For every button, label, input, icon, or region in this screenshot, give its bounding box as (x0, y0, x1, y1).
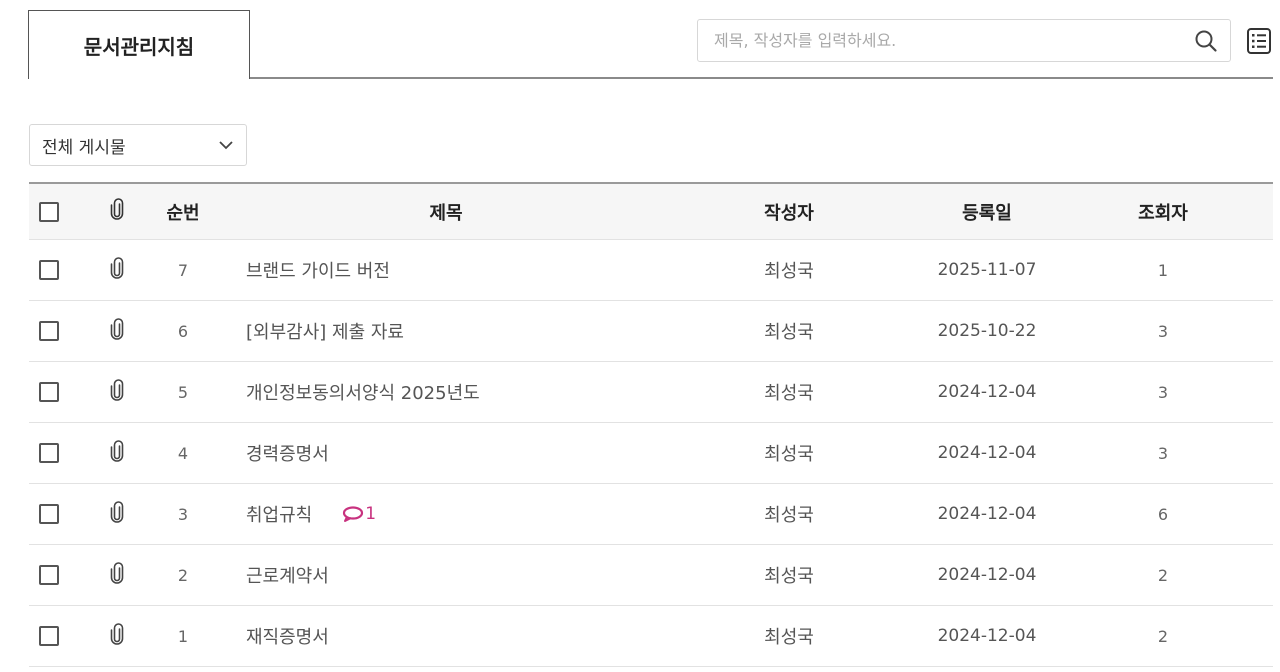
comment-count: 1 (365, 504, 377, 524)
row-title-link[interactable]: 경력증명서 (246, 440, 329, 466)
row-author: 최성국 (764, 566, 814, 587)
row-checkbox[interactable] (39, 260, 59, 280)
row-date: 2025-11-07 (937, 260, 1037, 280)
row-number: 3 (177, 504, 189, 524)
post-filter-select[interactable]: 전체 게시물 (29, 124, 247, 166)
row-number: 1 (177, 626, 189, 646)
paperclip-icon[interactable] (110, 378, 124, 406)
table-header: 순번 제목 작성자 등록일 조회자 (29, 182, 1273, 240)
row-views: 3 (1157, 382, 1169, 402)
row-checkbox[interactable] (39, 443, 59, 463)
row-views: 3 (1157, 443, 1169, 463)
row-date: 2024-12-04 (937, 443, 1037, 463)
search-input[interactable] (698, 19, 1188, 62)
row-views: 6 (1157, 504, 1169, 524)
paperclip-icon[interactable] (110, 439, 124, 467)
paperclip-icon (110, 198, 124, 225)
paperclip-icon[interactable] (110, 622, 124, 650)
chevron-down-icon (218, 135, 234, 155)
row-checkbox[interactable] (39, 626, 59, 646)
table-row[interactable]: 1 재직증명서 최성국 2024-12-04 2 (29, 606, 1273, 667)
table-row[interactable]: 5 개인정보동의서양식 2025년도 최성국 2024-12-04 3 (29, 362, 1273, 423)
header-views[interactable]: 조회자 (1113, 184, 1213, 239)
comment-count-badge[interactable]: 1 (342, 504, 376, 524)
row-title-link[interactable]: 브랜드 가이드 버전 (246, 257, 390, 283)
header-number[interactable]: 순번 (154, 184, 212, 239)
header-date[interactable]: 등록일 (917, 184, 1057, 239)
row-date: 2025-10-22 (937, 321, 1037, 341)
row-number: 7 (177, 260, 189, 280)
row-title-link[interactable]: 재직증명서 (246, 623, 329, 649)
row-number: 5 (177, 382, 189, 402)
comment-icon (343, 506, 364, 522)
row-number: 6 (177, 321, 189, 341)
header-title[interactable]: 제목 (246, 184, 646, 239)
row-views: 1 (1157, 260, 1169, 280)
row-title-link[interactable]: [외부감사] 제출 자료 (246, 318, 404, 344)
select-all-checkbox[interactable] (39, 201, 59, 222)
search-box (697, 19, 1231, 62)
table-row[interactable]: 4 경력증명서 최성국 2024-12-04 3 (29, 423, 1273, 484)
post-filter-value: 전체 게시물 (42, 137, 126, 158)
paperclip-icon[interactable] (110, 500, 124, 528)
row-checkbox[interactable] (39, 321, 59, 341)
row-author: 최성국 (764, 444, 814, 465)
paperclip-icon[interactable] (110, 317, 124, 345)
row-checkbox[interactable] (39, 565, 59, 585)
row-author: 최성국 (764, 261, 814, 282)
row-author: 최성국 (764, 322, 814, 343)
row-date: 2024-12-04 (937, 504, 1037, 524)
row-author: 최성국 (764, 383, 814, 404)
row-views: 2 (1157, 565, 1169, 585)
search-icon[interactable] (1188, 23, 1224, 59)
row-number: 2 (177, 565, 189, 585)
row-title-link[interactable]: 근로계약서 (246, 562, 329, 588)
row-date: 2024-12-04 (937, 565, 1037, 585)
row-checkbox[interactable] (39, 382, 59, 402)
paperclip-icon[interactable] (110, 256, 124, 284)
row-title-link[interactable]: 취업규칙 (246, 501, 312, 527)
row-views: 2 (1157, 626, 1169, 646)
header-author[interactable]: 작성자 (739, 184, 839, 239)
post-table: 순번 제목 작성자 등록일 조회자 7 브랜드 가이드 버전 최성국 2025-… (29, 182, 1273, 667)
paperclip-icon[interactable] (110, 561, 124, 589)
table-row[interactable]: 6 [외부감사] 제출 자료 최성국 2025-10-22 3 (29, 301, 1273, 362)
row-title-link[interactable]: 개인정보동의서양식 2025년도 (246, 379, 480, 405)
tab-label: 문서관리지침 (83, 34, 195, 59)
table-row[interactable]: 2 근로계약서 최성국 2024-12-04 2 (29, 545, 1273, 606)
list-view-icon[interactable] (1245, 26, 1273, 56)
table-row[interactable]: 3 취업규칙 1 최성국 2024-12-04 6 (29, 484, 1273, 545)
row-author: 최성국 (764, 505, 814, 526)
row-author: 최성국 (764, 627, 814, 648)
table-row[interactable]: 7 브랜드 가이드 버전 최성국 2025-11-07 1 (29, 240, 1273, 301)
row-number: 4 (177, 443, 189, 463)
tab-document-guidelines[interactable]: 문서관리지침 (28, 10, 250, 79)
row-checkbox[interactable] (39, 504, 59, 524)
row-date: 2024-12-04 (937, 382, 1037, 402)
row-views: 3 (1157, 321, 1169, 341)
table-body: 7 브랜드 가이드 버전 최성국 2025-11-07 1 6 [외부감사] 제… (29, 240, 1273, 667)
row-date: 2024-12-04 (937, 626, 1037, 646)
